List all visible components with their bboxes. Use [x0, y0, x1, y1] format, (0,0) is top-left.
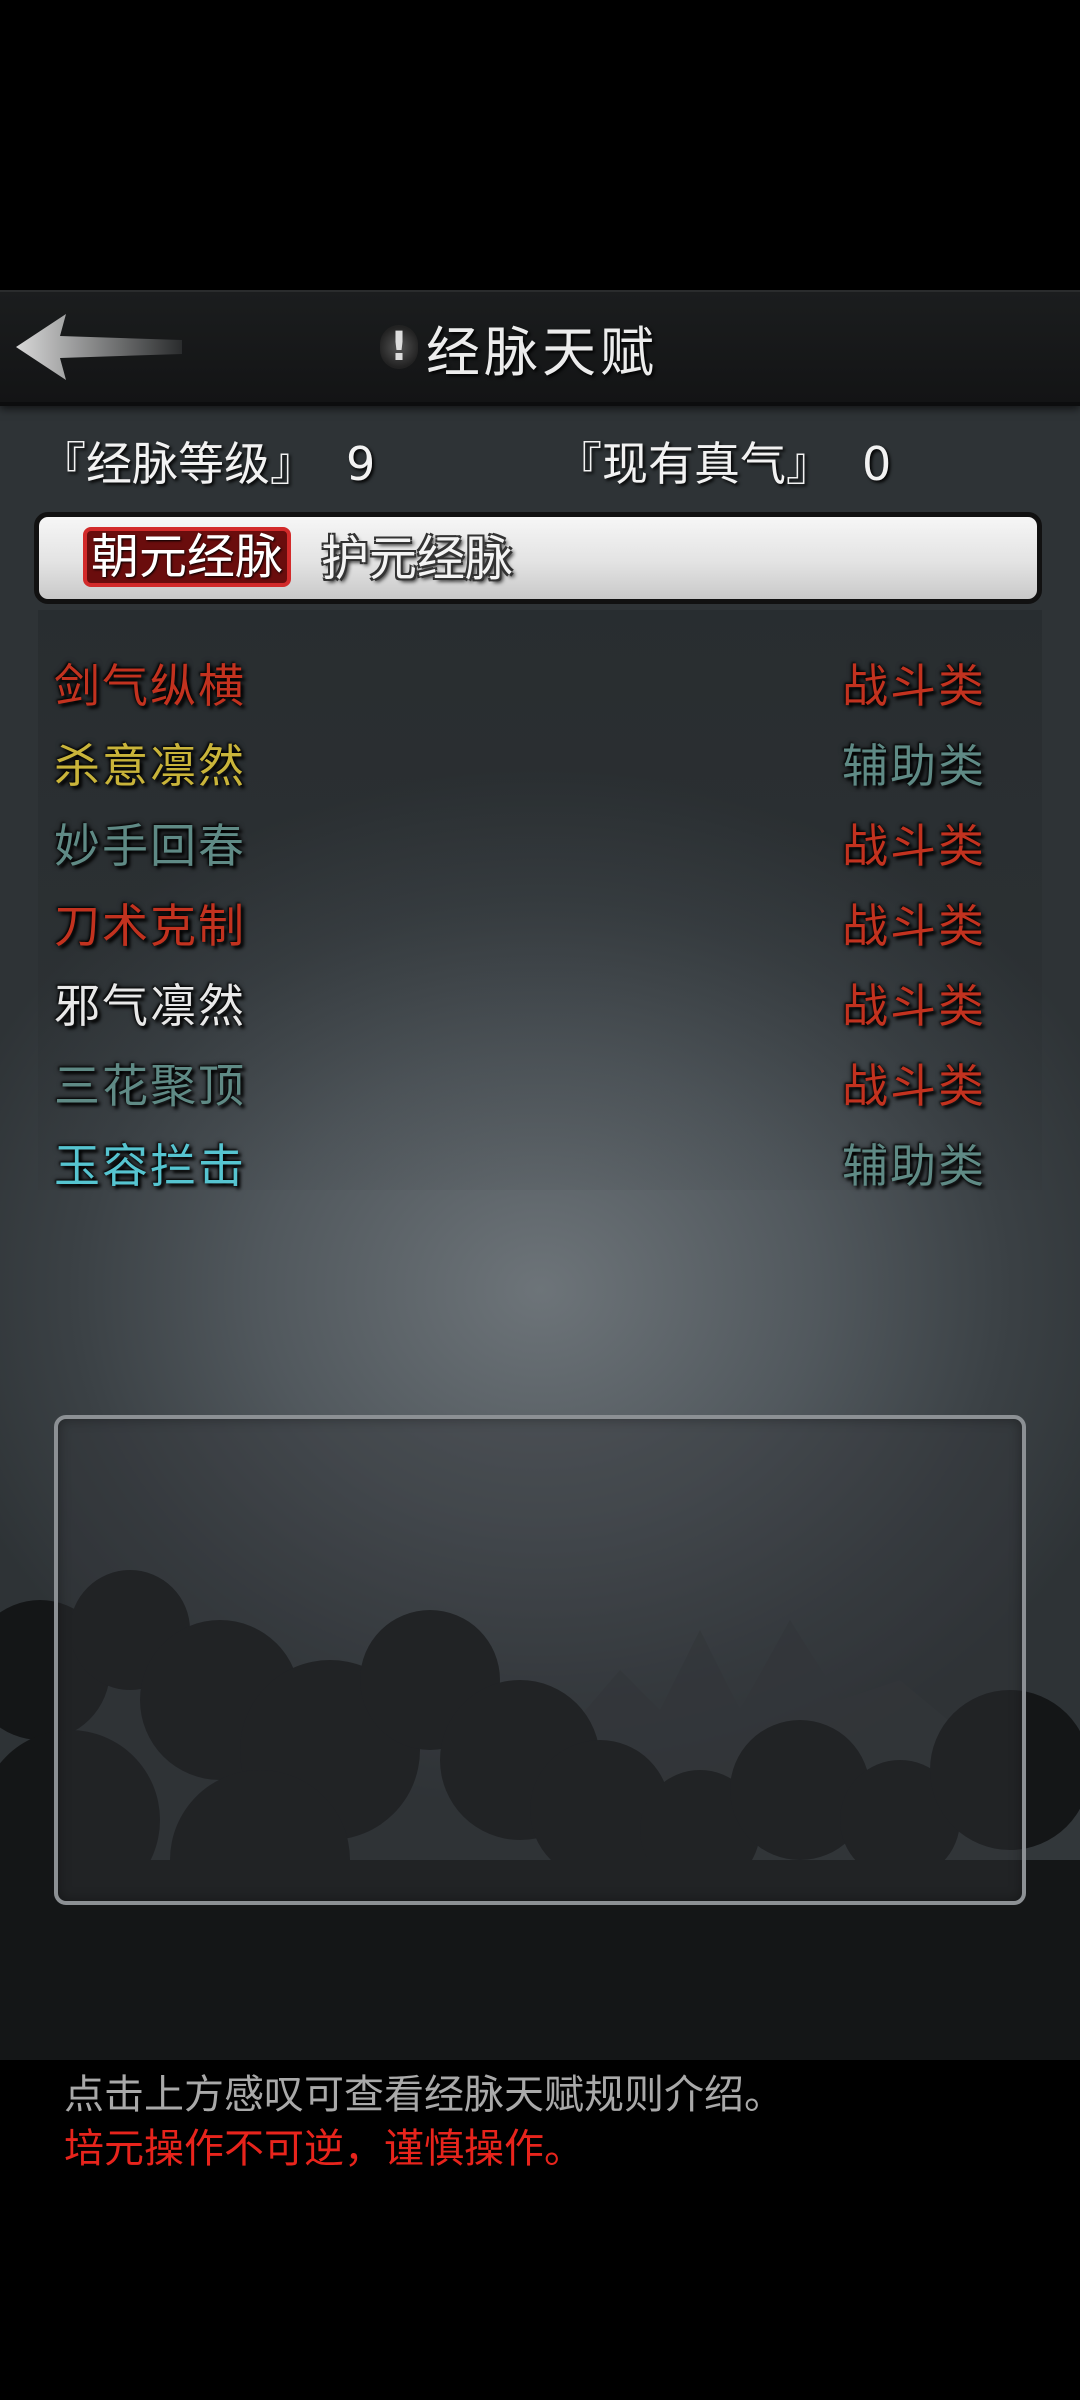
talent-list: 剑气纵横 战斗类 杀意凛然 辅助类 妙手回春 战斗类 刀术克制 战斗类 邪气凛然 战斗类 三花聚顶战…	[38, 610, 1042, 1193]
talent-name: 妙手回春	[54, 819, 246, 873]
tab-huyuan[interactable]: 护元经脉	[321, 531, 513, 587]
talent-description-panel	[54, 1415, 1026, 1905]
talent-row[interactable]: 杀意凛然 辅助类	[38, 720, 1042, 793]
talent-name: 刀术克制	[54, 899, 246, 953]
talent-category: 战斗类	[842, 819, 986, 873]
page-title: 经脉天赋	[426, 320, 658, 384]
tab-chaoyuan[interactable]: 朝元经脉	[83, 527, 292, 587]
talent-row[interactable]: 刀术克制 战斗类	[38, 880, 1042, 953]
rule-hint-text: 点击上方感叹可查看经脉天赋规则介绍。	[64, 2072, 784, 2118]
talent-category: 战斗类	[842, 979, 986, 1033]
meridian-level: 『经脉等级』 9	[40, 428, 375, 494]
talent-row[interactable]: 妙手回春 战斗类	[38, 800, 1042, 873]
meridian-level-label: 『经脉等级』	[40, 437, 316, 491]
talent-category: 战斗类	[842, 899, 986, 953]
talent-name: 杀意凛然	[54, 739, 246, 793]
header-bar: ! 经脉天赋	[0, 290, 1080, 406]
notes: 点击上方感叹可查看经脉天赋规则介绍。 培元操作不可逆，谨慎操作。	[64, 2068, 784, 2176]
info-exclamation-icon[interactable]: !	[380, 325, 418, 369]
meridian-tab-bar: 朝元经脉 护元经脉	[34, 512, 1042, 604]
talent-category: 战斗类	[842, 659, 986, 713]
talent-category: 辅助类	[842, 1139, 986, 1193]
back-arrow-icon[interactable]	[14, 312, 184, 382]
talent-row[interactable]: 邪气凛然 战斗类	[38, 960, 1042, 1033]
talent-name: 玉容拦击	[54, 1139, 246, 1193]
warning-text: 培元操作不可逆，谨慎操作。	[64, 2126, 584, 2172]
meridian-level-value: 9	[346, 437, 376, 491]
stats-row: 『经脉等级』 9 『现有真气』 0	[0, 428, 1080, 491]
true-qi-value: 0	[862, 437, 892, 491]
talent-category: 战斗类	[842, 1059, 986, 1113]
talent-category: 辅助类	[842, 739, 986, 793]
talent-name: 剑气纵横	[54, 659, 246, 713]
talent-row[interactable]: 剑气纵横 战斗类	[38, 640, 1042, 713]
true-qi-label: 『现有真气』	[556, 437, 832, 491]
talent-row[interactable]: 三花聚顶 战斗类	[38, 1040, 1042, 1113]
talent-name: 邪气凛然	[54, 979, 246, 1033]
talent-name: 三花聚顶	[54, 1059, 246, 1113]
talent-row[interactable]: 玉容拦击 辅助类	[38, 1120, 1042, 1193]
title-group: ! 经脉天赋	[380, 310, 658, 384]
true-qi: 『现有真气』 0	[556, 428, 891, 494]
